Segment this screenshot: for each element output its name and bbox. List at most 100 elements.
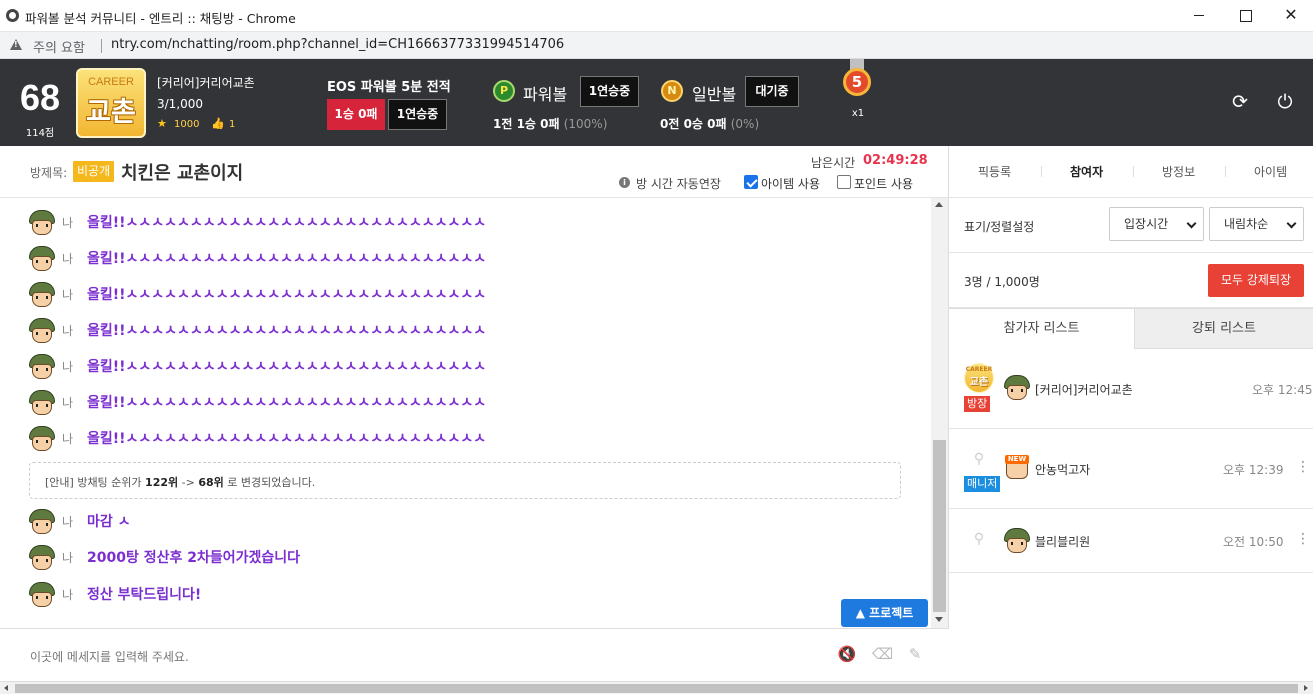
join-time: 오후 12:45 <box>1252 383 1313 397</box>
message-input[interactable]: 이곳에 메세지를 입력해 주세요. <box>30 648 189 665</box>
scroll-down-arrow-icon[interactable] <box>935 617 943 622</box>
member-count-bar: 3명 / 1,000명 모두 강제퇴장 <box>949 253 1313 308</box>
career-level-badge-icon: CAREER 교촌 <box>964 363 994 393</box>
tab-pick-register[interactable]: 픽등록 <box>978 163 1011 180</box>
list-item[interactable]: ⚲ 매니저 NEW 안농먹고자 오후 12:39 ⋮ <box>949 429 1313 509</box>
sender-label: 나 <box>62 396 74 410</box>
scroll-right-arrow-icon[interactable] <box>1304 685 1308 691</box>
manager-tag: 매니저 <box>964 476 1001 492</box>
security-warning[interactable]: 주의 요함 <box>33 37 85 56</box>
soldier-avatar-icon[interactable] <box>1004 528 1030 554</box>
notice-prefix: [안내] 방채팅 순위가 <box>45 476 146 489</box>
chat-scrollbar[interactable] <box>931 198 948 628</box>
thumbs-up-icon: 👍 <box>211 117 225 130</box>
list-item[interactable]: CAREER 교촌 방장 [커리어]커리어교촌 오후 12:45 <box>949 349 1313 429</box>
soldier-avatar-icon[interactable] <box>29 545 55 571</box>
soldier-avatar-icon[interactable] <box>29 582 55 608</box>
point-use-checkbox[interactable] <box>837 175 851 189</box>
soldier-avatar-icon[interactable] <box>29 282 55 308</box>
soldier-avatar-icon[interactable] <box>1004 375 1030 401</box>
sender-label: 나 <box>62 252 74 266</box>
tab-participant-list[interactable]: 참가자 리스트 <box>949 308 1135 349</box>
auto-extend-label[interactable]: 방 시간 자동연장 <box>636 175 721 192</box>
message-text: 올킬!!ㅅㅅㅅㅅㅅㅅㅅㅅㅅㅅㅅㅅㅅㅅㅅㅅㅅㅅㅅㅅㅅㅅㅅㅅㅅㅅㅅㅅ <box>87 431 487 447</box>
soldier-avatar-icon[interactable] <box>29 509 55 535</box>
message-text: 올킬!!ㅅㅅㅅㅅㅅㅅㅅㅅㅅㅅㅅㅅㅅㅅㅅㅅㅅㅅㅅㅅㅅㅅㅅㅅㅅㅅㅅㅅ <box>87 395 487 411</box>
message-input-bar[interactable]: 이곳에 메세지를 입력해 주세요. 🔇 ⌫ ✎ <box>0 628 949 681</box>
soldier-avatar-icon[interactable] <box>29 318 55 344</box>
sender-label: 나 <box>62 515 74 529</box>
soldier-avatar-icon[interactable] <box>29 390 55 416</box>
list-item[interactable]: ⚲ 블리블리원 오전 10:50 ⋮ <box>949 509 1313 573</box>
powerball-label: 파워볼 <box>523 85 568 104</box>
soldier-avatar-icon[interactable] <box>29 426 55 452</box>
horizontal-scrollbar[interactable] <box>0 681 1313 694</box>
normalball-icon: N <box>661 80 683 102</box>
soldier-avatar-icon[interactable] <box>29 246 55 272</box>
join-time: 오전 10:50 <box>1223 535 1284 549</box>
soldier-avatar-icon[interactable] <box>29 210 55 236</box>
tab-items[interactable]: 아이템 <box>1254 163 1287 180</box>
message-text: 올킬!!ㅅㅅㅅㅅㅅㅅㅅㅅㅅㅅㅅㅅㅅㅅㅅㅅㅅㅅㅅㅅㅅㅅㅅㅅㅅㅅㅅㅅ <box>87 287 487 303</box>
powerball-icon: P <box>493 80 515 102</box>
career-badge-top: CAREER <box>88 76 134 88</box>
participant-list: CAREER 교촌 방장 [커리어]커리어교촌 오후 12:45 ⚲ 매니저 NE… <box>949 349 1313 681</box>
new-user-avatar-icon[interactable]: NEW <box>1004 455 1030 481</box>
minimize-button[interactable] <box>1176 0 1222 32</box>
scroll-left-arrow-icon[interactable] <box>4 685 8 691</box>
join-time: 오후 12:39 <box>1223 463 1284 477</box>
room-owner-name: [커리어]커리어교촌 <box>157 76 255 90</box>
sort-order-select[interactable]: 내림차순 <box>1209 207 1304 241</box>
info-icon[interactable]: i <box>619 177 630 188</box>
maximize-button[interactable] <box>1222 0 1268 32</box>
tab-divider <box>1041 166 1042 177</box>
notice-text: [안내] 방채팅 순위가 122위 -> 68위 로 변경되었습니다. <box>45 474 315 490</box>
star-count: 1000 <box>174 119 200 130</box>
hscroll-thumb[interactable] <box>15 684 1298 693</box>
refresh-icon[interactable]: ⟳ <box>1229 91 1251 113</box>
scroll-up-arrow-icon[interactable] <box>935 202 943 207</box>
close-window-button[interactable]: ✕ <box>1268 0 1313 32</box>
room-info-bar: 방제목: 비공개 치킨은 교촌이지 남은시간 02:49:28 i 방 시간 자… <box>0 146 949 198</box>
participant-name[interactable]: 안농먹고자 <box>1035 461 1090 478</box>
item-use-checkbox[interactable] <box>744 175 758 189</box>
item-use-label[interactable]: 아이템 사용 <box>761 175 820 192</box>
career-badge: CAREER 교촌 <box>76 68 146 138</box>
medal-icon[interactable]: 5 <box>843 68 871 96</box>
participant-tabs: 참가자 리스트 강퇴 리스트 <box>949 308 1313 349</box>
tab-participants[interactable]: 참여자 <box>1070 163 1103 180</box>
sort-by-select[interactable]: 입장시간 <box>1109 207 1204 241</box>
tab-room-info[interactable]: 방정보 <box>1162 163 1195 180</box>
more-options-icon[interactable]: ⋮ <box>1296 531 1310 547</box>
career-badge-main: 교촌 <box>86 97 136 128</box>
owner-tag: 방장 <box>964 396 991 412</box>
mute-icon[interactable]: 🔇 <box>837 644 857 664</box>
more-options-icon[interactable]: ⋮ <box>1296 459 1310 475</box>
participant-name[interactable]: [커리어]커리어교촌 <box>1035 381 1133 398</box>
participant-name[interactable]: 블리블리원 <box>1035 533 1090 550</box>
new-tag: NEW <box>1005 455 1029 464</box>
power-icon[interactable]: ⏻ <box>1274 91 1296 113</box>
scroll-thumb[interactable] <box>933 440 946 612</box>
normalball-label: 일반볼 <box>692 85 737 104</box>
sender-label: 나 <box>62 216 74 230</box>
eos-streak: 1연승중 <box>388 99 447 130</box>
tab-divider <box>1225 166 1226 177</box>
url-text[interactable]: ntry.com/nchatting/room.php?channel_id=C… <box>111 37 564 52</box>
room-title: 치킨은 교촌이지 <box>121 163 244 184</box>
point-use-label[interactable]: 포인트 사용 <box>854 175 913 192</box>
kick-all-button[interactable]: 모두 강제퇴장 <box>1208 264 1304 297</box>
star-icon: ★ <box>157 117 167 130</box>
normalball-record: 0전 0승 0패 (0%) <box>660 115 759 132</box>
browser-titlebar: 파워볼 분석 커뮤니티 - 엔트리 :: 채팅방 - Chrome ✕ <box>0 0 1313 32</box>
protect-button[interactable]: ▲ 프로젝트 <box>841 599 928 627</box>
magic-wand-icon[interactable]: ✎ <box>905 644 925 664</box>
address-bar[interactable]: 주의 요함 ntry.com/nchatting/room.php?channe… <box>0 32 1313 59</box>
eraser-icon[interactable]: ⌫ <box>872 644 893 664</box>
powerball-record-text: 1전 1승 0패 <box>493 117 560 131</box>
tab-kicked-list[interactable]: 강퇴 리스트 <box>1135 308 1313 349</box>
message-text: 마감 ㅅ <box>87 514 131 530</box>
soldier-avatar-icon[interactable] <box>29 354 55 380</box>
eos-record: 1승 0패 <box>327 99 385 130</box>
normalball-record-text: 0전 0승 0패 <box>660 117 727 131</box>
